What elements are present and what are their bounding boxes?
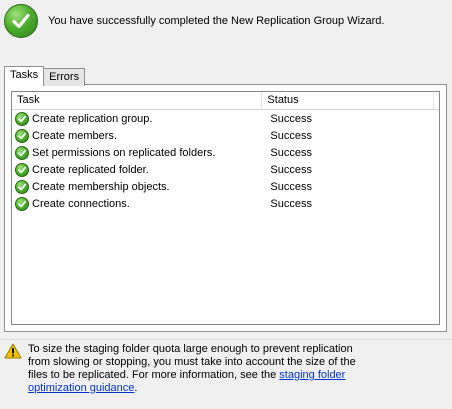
- task-label: Set permissions on replicated folders.: [32, 146, 216, 159]
- table-row[interactable]: Create connections. Success: [12, 195, 439, 212]
- task-label: Create replication group.: [32, 112, 153, 125]
- list-header: Task Status: [12, 92, 439, 110]
- table-row[interactable]: Create members. Success: [12, 127, 439, 144]
- task-cell: Create members.: [12, 128, 265, 143]
- success-check-icon: [4, 4, 38, 38]
- status-cell: Success: [270, 112, 312, 125]
- table-row[interactable]: Set permissions on replicated folders. Su…: [12, 144, 439, 161]
- column-header-filler: [434, 92, 439, 109]
- tab-errors[interactable]: Errors: [43, 68, 86, 86]
- status-cell: Success: [270, 180, 312, 193]
- success-message: You have successfully completed the New …: [48, 15, 385, 27]
- task-cell: Create membership objects.: [12, 179, 265, 194]
- success-check-icon: [15, 179, 29, 194]
- table-row[interactable]: Create membership objects. Success: [12, 178, 439, 195]
- success-header: You have successfully completed the New …: [4, 4, 384, 38]
- status-cell: Success: [270, 146, 312, 159]
- task-label: Create members.: [32, 129, 117, 142]
- task-cell: Create replicated folder.: [12, 162, 265, 177]
- task-label: Create replicated folder.: [32, 163, 149, 176]
- status-cell: Success: [270, 129, 312, 142]
- warning-icon: [4, 343, 22, 359]
- footer-note: To size the staging folder quota large e…: [4, 343, 444, 395]
- success-check-icon: [15, 162, 29, 177]
- task-list[interactable]: Task Status Create replication group. Suc…: [11, 91, 440, 325]
- column-header-status[interactable]: Status: [262, 92, 434, 109]
- tasks-panel: Task Status Create replication group. Suc…: [4, 84, 447, 332]
- task-cell: Create replication group.: [12, 111, 265, 126]
- column-header-task[interactable]: Task: [12, 92, 263, 109]
- status-cell: Success: [270, 163, 312, 176]
- tab-strip: Tasks Errors: [4, 66, 86, 86]
- footer-text: To size the staging folder quota large e…: [28, 343, 368, 395]
- tab-tasks[interactable]: Tasks: [4, 66, 45, 86]
- status-cell: Success: [270, 197, 312, 210]
- task-cell: Set permissions on replicated folders.: [12, 145, 265, 160]
- task-label: Create connections.: [32, 197, 130, 210]
- task-rows: Create replication group. Success Create m…: [12, 110, 439, 212]
- success-check-icon: [15, 128, 29, 143]
- task-label: Create membership objects.: [32, 180, 170, 193]
- footer-divider: [0, 339, 452, 340]
- success-check-icon: [15, 196, 29, 211]
- table-row[interactable]: Create replication group. Success: [12, 110, 439, 127]
- table-row[interactable]: Create replicated folder. Success: [12, 161, 439, 178]
- footer-message-end: .: [134, 382, 138, 394]
- success-check-icon: [15, 145, 29, 160]
- task-cell: Create connections.: [12, 196, 265, 211]
- success-check-icon: [15, 111, 29, 126]
